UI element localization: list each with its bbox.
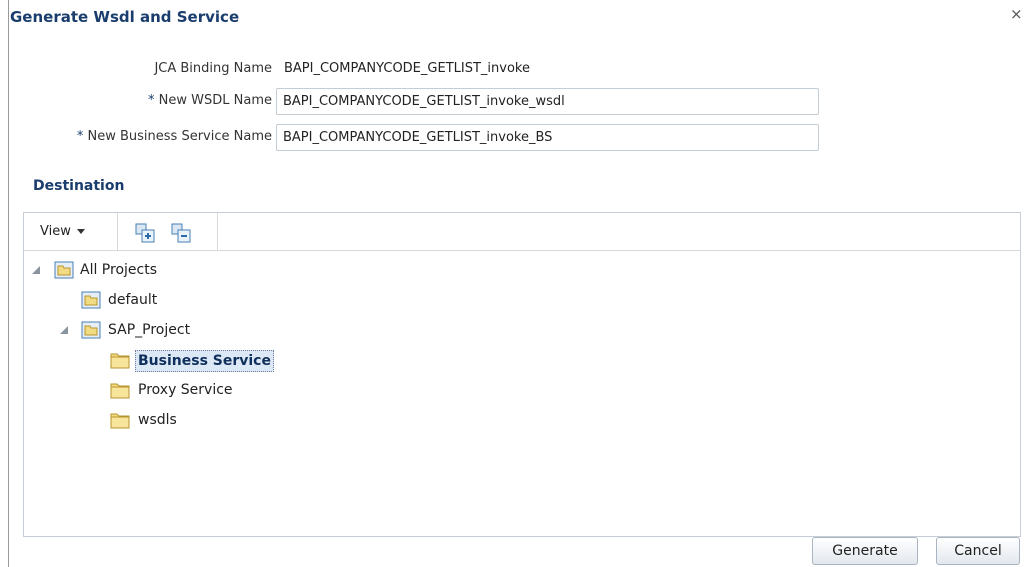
project-icon: [54, 261, 74, 279]
dialog-title: Generate Wsdl and Service: [10, 8, 240, 26]
cancel-button[interactable]: Cancel: [936, 537, 1020, 565]
close-icon[interactable]: ×: [1010, 6, 1023, 22]
folder-icon: [110, 413, 130, 429]
view-menu-label: View: [40, 224, 71, 239]
tree-node-label: Business Service: [135, 350, 274, 372]
toolbar-divider: [117, 213, 118, 251]
tree-node-label: All Projects: [80, 262, 157, 278]
jca-binding-label: JCA Binding Name: [154, 61, 272, 76]
destination-toolbar: View: [24, 213, 1020, 251]
wsdl-name-label: * New WSDL Name: [148, 93, 272, 108]
collapse-all-icon[interactable]: [171, 223, 191, 243]
required-marker: *: [148, 93, 155, 108]
tree-node-label: SAP_Project: [108, 322, 191, 338]
collapse-triangle-icon[interactable]: [60, 326, 68, 334]
business-service-label: * New Business Service Name: [77, 129, 272, 144]
generate-button[interactable]: Generate: [812, 537, 918, 565]
generate-wsdl-dialog: Generate Wsdl and Service × JCA Binding …: [0, 0, 1026, 567]
destination-panel: View All Projects default SAP_Project Bu…: [23, 212, 1021, 537]
jca-binding-row: JCA Binding Name: [0, 56, 272, 84]
tree-node-label: wsdls: [138, 412, 177, 428]
business-service-row: * New Business Service Name: [0, 124, 272, 152]
wsdl-name-label-text: New WSDL Name: [158, 93, 272, 108]
collapse-triangle-icon[interactable]: [32, 266, 40, 274]
required-marker: *: [76, 129, 84, 144]
expand-all-icon[interactable]: [135, 223, 155, 243]
wsdl-name-input[interactable]: [276, 88, 819, 115]
project-icon: [81, 291, 101, 309]
tree-node-label: default: [108, 292, 158, 308]
view-menu[interactable]: View: [40, 224, 85, 239]
dialog-left-border: [8, 0, 9, 567]
jca-binding-value: BAPI_COMPANYCODE_GETLIST_invoke: [284, 61, 530, 76]
project-icon: [81, 321, 101, 339]
folder-icon: [110, 383, 130, 399]
business-service-name-input[interactable]: [276, 124, 819, 151]
tree-node-label: Proxy Service: [138, 382, 233, 398]
chevron-down-icon: [76, 229, 85, 234]
folder-icon: [110, 353, 130, 369]
destination-heading: Destination: [33, 178, 125, 194]
toolbar-divider: [217, 213, 218, 251]
wsdl-name-row: * New WSDL Name: [0, 88, 272, 116]
business-service-label-text: New Business Service Name: [87, 129, 272, 144]
